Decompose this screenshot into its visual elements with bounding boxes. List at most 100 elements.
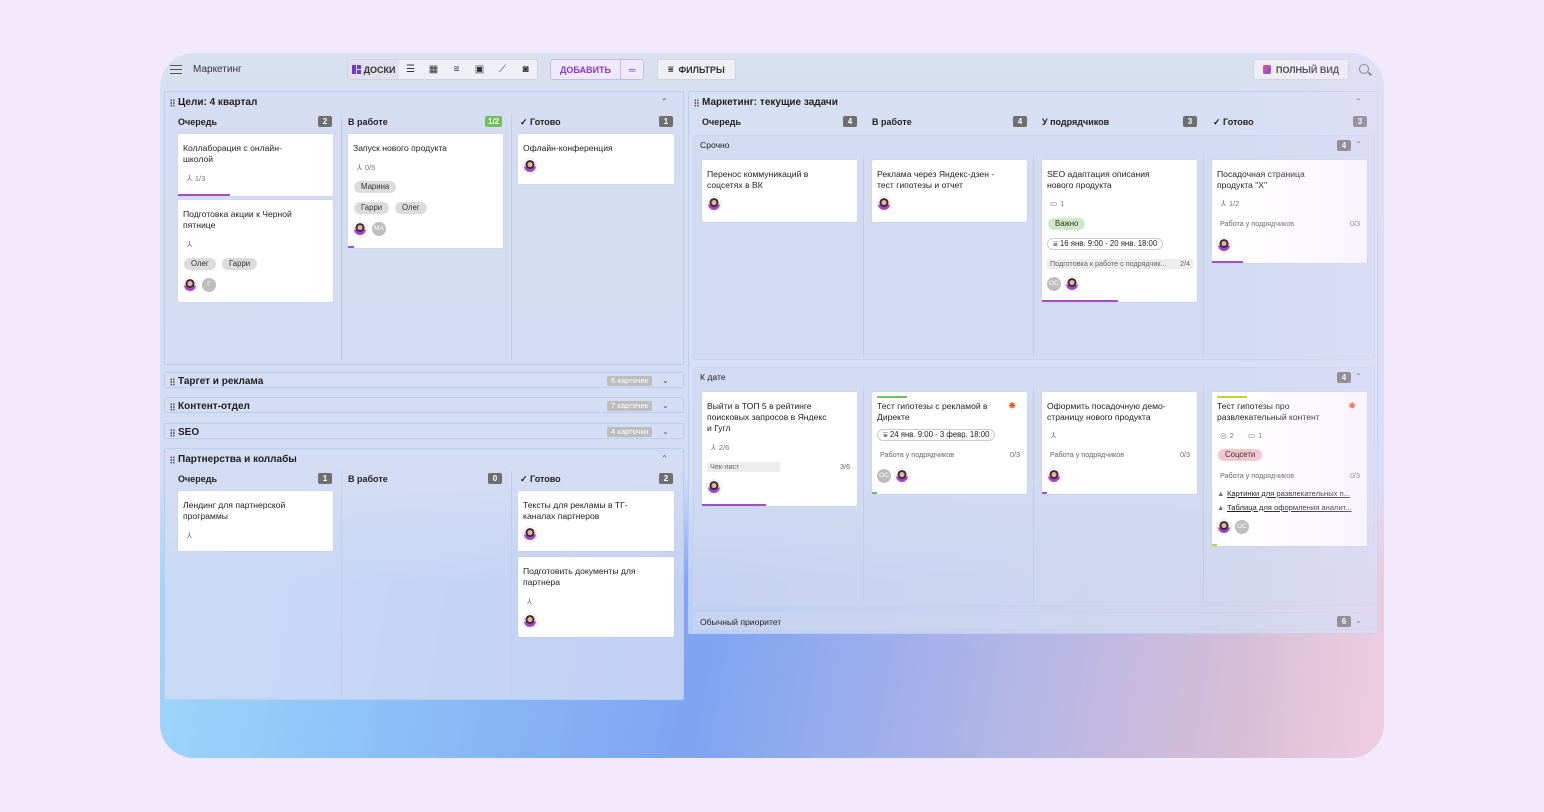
task-card[interactable]: Тексты для рекламы в ТГ-каналах партнеро… (518, 491, 674, 551)
swimlane-title[interactable]: К дате (700, 372, 726, 382)
progress-bar (872, 492, 877, 494)
filters-button[interactable]: ⩸ ФИЛЬТРЫ (657, 59, 736, 80)
expand-chevron-icon[interactable]: ⌄ (1355, 616, 1362, 625)
column-count: 1 (318, 473, 332, 484)
project-title: Маркетинг (193, 64, 242, 75)
progress-bar (348, 246, 354, 248)
card-title: Коллаборация с онлайн-школой (183, 143, 282, 164)
task-card[interactable]: Реклама через Яндекс-дзен - тест гипотез… (872, 160, 1027, 222)
collapse-chevron-icon[interactable]: ⌃ (1355, 97, 1362, 106)
gantt-view-button[interactable]: ≡ (445, 60, 468, 79)
drag-handle-icon[interactable] (170, 402, 175, 411)
task-card[interactable]: Тест гипотезы с рекламой в Директе ✸ ⩸ 2… (872, 392, 1027, 494)
tag: Марина (354, 181, 397, 193)
attachment-link[interactable]: Картинки для развлекательных п... (1227, 489, 1362, 498)
list-view-button[interactable]: ☰ (399, 60, 422, 79)
card-title: Тест гипотезы про развлекательный контен… (1217, 401, 1320, 422)
subtasks-icon: ⅄ (187, 240, 192, 249)
card-title: SEO адаптация описания нового продукта (1047, 169, 1150, 190)
task-card[interactable]: Офлайн-конференция (518, 134, 674, 184)
add-options-button[interactable]: ═ (619, 60, 643, 79)
view-switcher: ДОСКИ ☰ ▦ ≡ ▣ ⟋ ◙ (347, 59, 538, 80)
checklist-progress: Работа у подрядчиков 0/3 (877, 450, 1023, 460)
subtasks-count: 0/5 (364, 163, 376, 172)
views-count: 2 (1229, 431, 1234, 440)
checklist-count: 0/3 (1350, 471, 1360, 480)
table-view-button[interactable]: ▦ (422, 60, 445, 79)
boards-view-button[interactable]: ДОСКИ (348, 60, 399, 79)
views-indicator: ◎ 2 (1220, 431, 1234, 440)
board-content[interactable]: Контент-отдел 7 карточек ⌄ (164, 397, 684, 413)
date-range-text: 16 янв. 9:00 - 20 янв. 18:00 (1059, 239, 1158, 248)
board-goals: Цели: 4 квартал ⌃ Очередь 2 В работе 1/2… (164, 91, 684, 365)
expand-chevron-icon[interactable]: ⌄ (662, 376, 669, 385)
collapse-chevron-icon[interactable]: ⌃ (661, 97, 668, 106)
swimlane-normal[interactable]: Обычный приоритет 6 ⌄ (693, 612, 1375, 630)
drag-handle-icon[interactable] (170, 455, 175, 464)
board-title[interactable]: Маркетинг: текущие задачи (694, 97, 838, 108)
collapse-chevron-icon[interactable]: ⌃ (1355, 140, 1362, 149)
drag-handle-icon[interactable] (170, 428, 175, 437)
column-header: Очередь (178, 117, 217, 127)
checklist-count: 0/3 (1010, 450, 1020, 459)
full-view-button[interactable]: ПОЛНЫЙ ВИД (1253, 59, 1350, 80)
swimlane-title[interactable]: Срочно (700, 140, 730, 150)
add-button[interactable]: ДОБАВИТЬ (551, 60, 620, 79)
column-header: ✓ Готово (520, 117, 561, 127)
board-title[interactable]: Партнерства и коллабы (170, 454, 297, 465)
progress-bar (1042, 492, 1047, 494)
expand-chevron-icon[interactable]: ⌄ (662, 427, 669, 436)
card-title: Перенос коммуникаций в соцсетях в ВК (707, 169, 809, 190)
task-card[interactable]: Выйти в ТОП 5 в рейтинге поисковых запро… (702, 392, 857, 506)
calendar-view-button[interactable]: ▣ (468, 60, 491, 79)
column-divider (1203, 156, 1204, 356)
task-card[interactable]: Посадочная страница продукта "Х" ⅄ 1/2 Ра… (1212, 160, 1367, 263)
task-card[interactable]: Подготовка акции к Черной пятнице ⅄ Олег… (178, 200, 333, 302)
task-card[interactable]: Подготовить документы для партнера ⅄ (518, 557, 674, 637)
drag-handle-icon[interactable] (170, 98, 175, 107)
collapse-chevron-icon[interactable]: ⌃ (1355, 372, 1362, 381)
archive-view-button[interactable]: ◙ (514, 60, 537, 79)
subtasks-indicator: ⅄ 0/5 (357, 163, 375, 172)
checklist-count: 0/3 (1350, 219, 1360, 228)
task-card[interactable]: Тест гипотезы про развлекательный контен… (1212, 392, 1367, 546)
expand-chevron-icon[interactable]: ⌄ (662, 401, 669, 410)
collapse-chevron-icon[interactable]: ⌃ (661, 454, 668, 463)
task-card[interactable]: Запуск нового продукта ⅄ 0/5 Марина Гарри… (348, 134, 503, 248)
board-title: Таргет и реклама (170, 376, 263, 387)
attachment-link[interactable]: Таблица для оформления аналит... (1227, 503, 1362, 512)
subtasks-indicator: ⅄ 1/3 (187, 174, 205, 183)
avatar (523, 527, 537, 541)
swimlane-title: Обычный приоритет (700, 617, 782, 627)
task-card[interactable]: SEO адаптация описания нового продукта ▭… (1042, 160, 1197, 302)
progress-bar (1212, 544, 1217, 546)
card-title: Подготовить документы для партнера (523, 566, 636, 587)
avatar: ОС (1235, 520, 1249, 534)
task-card[interactable]: Перенос коммуникаций в соцсетях в ВК (702, 160, 857, 222)
tag: Олег (395, 202, 427, 214)
avatar (895, 469, 909, 483)
subtasks-icon: ⅄ (711, 443, 716, 452)
board-seo[interactable]: SEO 4 карточки ⌄ (164, 423, 684, 439)
board-title[interactable]: Цели: 4 квартал (170, 97, 257, 108)
drag-handle-icon[interactable] (170, 377, 175, 386)
column-divider (863, 156, 864, 356)
tag: Олег (184, 258, 216, 270)
board-title-text: Контент-отдел (178, 401, 250, 412)
board-target[interactable]: Таргет и реклама 6 карточек ⌄ (164, 372, 684, 388)
chart-view-button[interactable]: ⟋ (491, 60, 514, 79)
gdrive-icon: ▲ (1217, 503, 1225, 512)
card-title: Тексты для рекламы в ТГ-каналах партнеро… (523, 500, 628, 521)
task-card[interactable]: Оформить посадочную демо-страницу нового… (1042, 392, 1197, 494)
subtasks-icon: ⅄ (187, 531, 192, 540)
search-icon[interactable] (1359, 64, 1369, 74)
column-header: У подрядчиков (1042, 117, 1110, 127)
task-card[interactable]: Лендинг для партнерской программы ⅄ (178, 491, 333, 551)
task-card[interactable]: Коллаборация с онлайн-школой ⅄ 1/3 (178, 134, 333, 196)
drag-handle-icon[interactable] (694, 98, 699, 107)
full-view-icon (1263, 65, 1271, 74)
menu-icon[interactable] (170, 65, 182, 74)
column-header: В работе (348, 474, 388, 484)
progress-bar (702, 504, 766, 506)
column-count: 3 (1353, 116, 1367, 127)
